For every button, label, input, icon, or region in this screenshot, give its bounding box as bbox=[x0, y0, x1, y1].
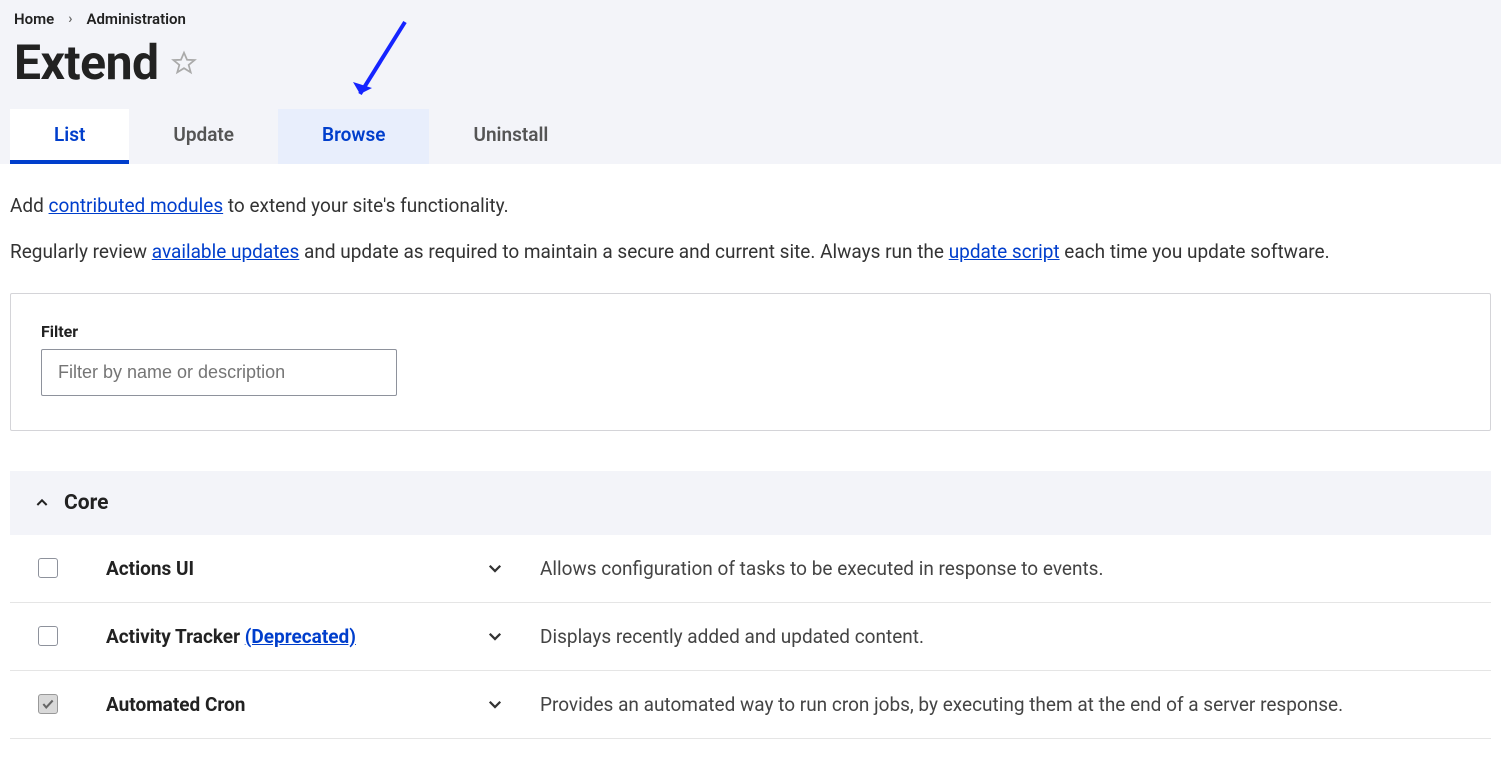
page-title: Extend bbox=[14, 34, 159, 91]
module-name: Actions UI bbox=[106, 557, 466, 580]
module-description: Provides an automated way to run cron jo… bbox=[540, 693, 1471, 716]
intro-line-1: Add contributed modules to extend your s… bbox=[10, 190, 1491, 222]
chevron-right-icon: › bbox=[68, 11, 72, 27]
chevron-down-icon[interactable] bbox=[486, 627, 504, 645]
breadcrumb-administration[interactable]: Administration bbox=[86, 10, 185, 28]
module-checkbox[interactable] bbox=[38, 558, 58, 578]
module-row: Automated Cron Provides an automated way… bbox=[10, 671, 1491, 739]
module-checkbox[interactable] bbox=[38, 626, 58, 646]
link-available-updates[interactable]: available updates bbox=[152, 240, 300, 263]
module-list: Actions UI Allows configuration of tasks… bbox=[10, 535, 1491, 739]
filter-panel: Filter bbox=[10, 293, 1491, 431]
link-update-script[interactable]: update script bbox=[949, 240, 1060, 263]
intro-line-2: Regularly review available updates and u… bbox=[10, 236, 1491, 268]
breadcrumb: Home › Administration bbox=[10, 10, 1491, 28]
module-description: Displays recently added and updated cont… bbox=[540, 625, 1471, 648]
tab-update[interactable]: Update bbox=[129, 109, 278, 164]
chevron-down-icon[interactable] bbox=[486, 559, 504, 577]
module-checkbox[interactable] bbox=[38, 694, 58, 714]
module-row: Actions UI Allows configuration of tasks… bbox=[10, 535, 1491, 603]
group-title: Core bbox=[64, 491, 108, 515]
link-deprecated[interactable]: (Deprecated) bbox=[245, 625, 356, 648]
tab-browse[interactable]: Browse bbox=[278, 109, 429, 164]
module-name: Automated Cron bbox=[106, 693, 466, 716]
filter-label: Filter bbox=[41, 322, 1460, 341]
module-description: Allows configuration of tasks to be exec… bbox=[540, 557, 1471, 580]
module-name: Activity Tracker (Deprecated) bbox=[106, 625, 466, 648]
chevron-down-icon[interactable] bbox=[486, 695, 504, 713]
star-icon[interactable] bbox=[171, 50, 197, 76]
tab-uninstall[interactable]: Uninstall bbox=[429, 109, 592, 164]
check-icon bbox=[41, 697, 55, 711]
group-header-core[interactable]: Core bbox=[10, 471, 1491, 535]
chevron-up-icon bbox=[34, 495, 50, 511]
breadcrumb-home[interactable]: Home bbox=[14, 10, 54, 28]
tabs: List Update Browse Uninstall bbox=[10, 109, 1491, 164]
module-row: Activity Tracker (Deprecated) Displays r… bbox=[10, 603, 1491, 671]
tab-list[interactable]: List bbox=[10, 109, 129, 164]
filter-input[interactable] bbox=[41, 349, 397, 396]
link-contributed-modules[interactable]: contributed modules bbox=[49, 194, 224, 217]
